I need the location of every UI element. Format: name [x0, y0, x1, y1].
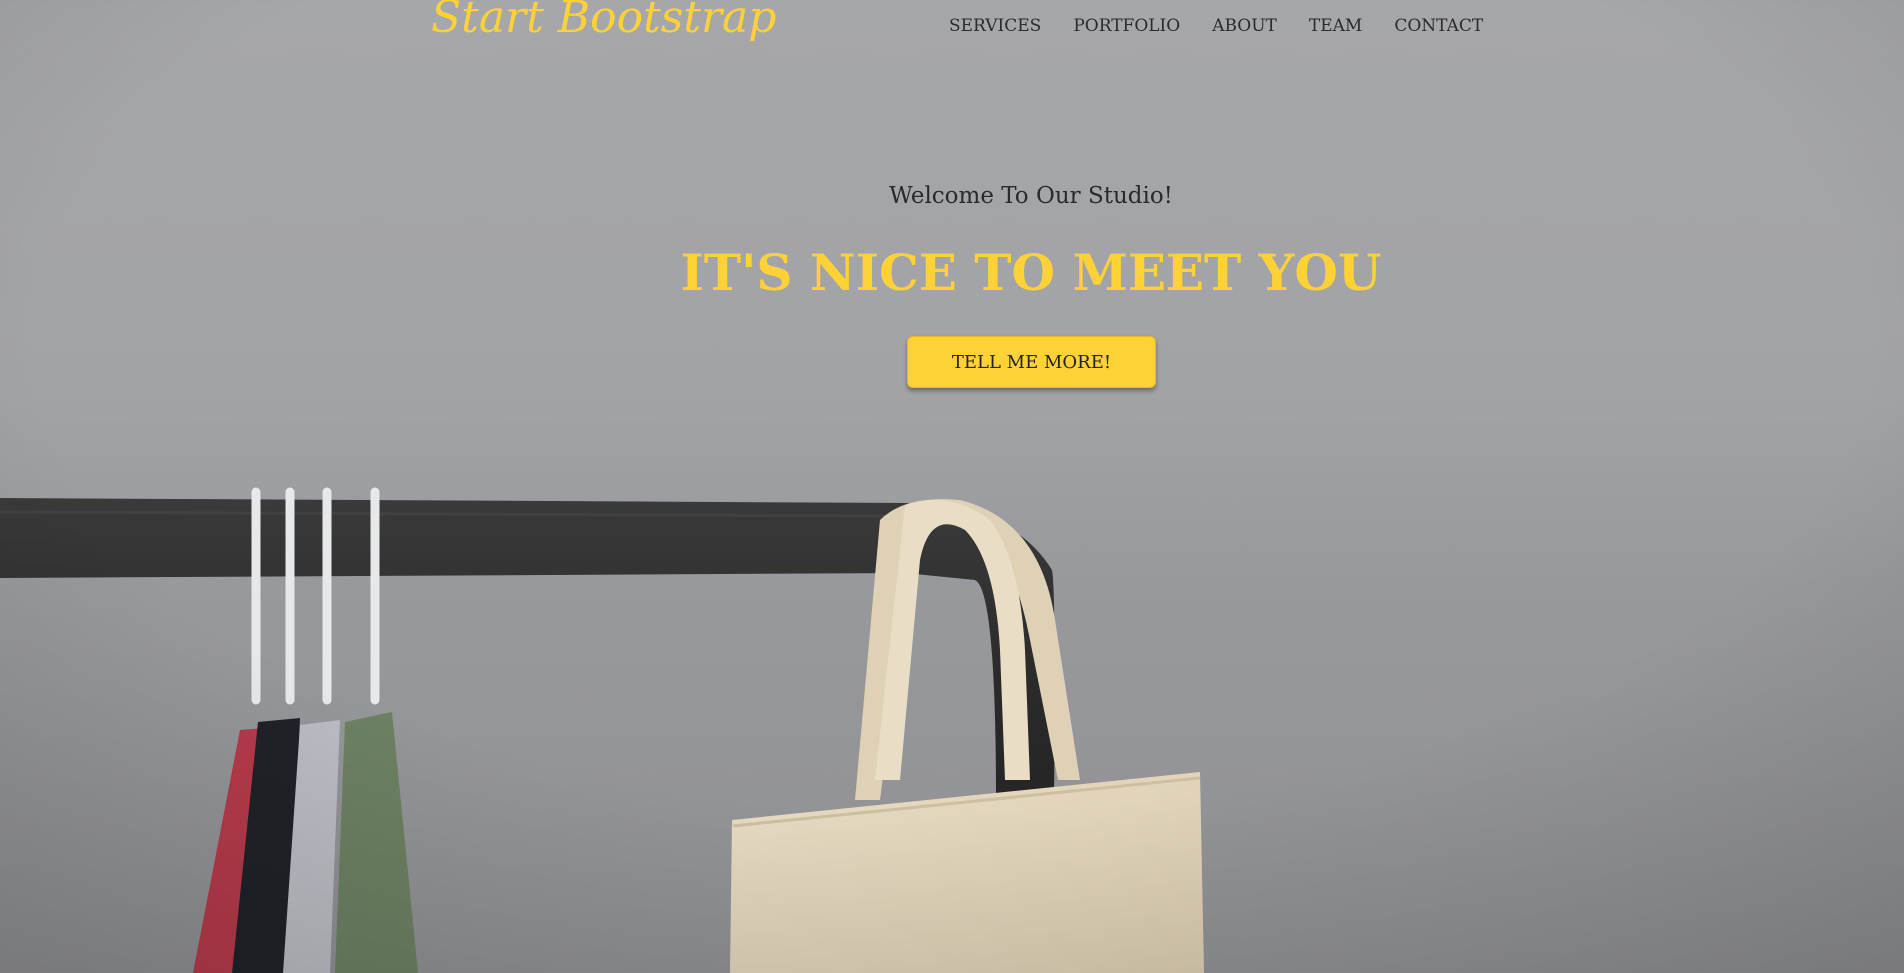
bag-handle-front [875, 500, 1030, 780]
nav-link-portfolio[interactable]: PORTFOLIO [1073, 16, 1180, 36]
bag-handle-back [855, 499, 1080, 800]
nav-link-contact[interactable]: CONTACT [1394, 16, 1483, 36]
gray-shirt [283, 720, 340, 973]
intro-lead-text: Welcome To Our Studio! [889, 183, 1173, 209]
nav-link-team[interactable]: TEAM [1309, 16, 1362, 36]
red-shirt [193, 728, 265, 973]
intro-heading: IT'S NICE TO MEET YOU [680, 243, 1382, 302]
tell-me-more-button[interactable]: TELL ME MORE! [907, 336, 1156, 388]
nav-link-about[interactable]: ABOUT [1212, 16, 1277, 36]
rack-bar [0, 498, 1055, 973]
hangers [251, 487, 380, 705]
green-shirt [335, 712, 418, 973]
black-shirt [232, 718, 300, 973]
nav-links: SERVICES PORTFOLIO ABOUT TEAM CONTACT [949, 16, 1483, 36]
brand-logo[interactable]: Start Bootstrap [431, 0, 776, 43]
hero-background-image [0, 0, 1904, 973]
tote-bag [730, 772, 1204, 973]
nav-link-services[interactable]: SERVICES [949, 16, 1041, 36]
navbar: Start Bootstrap SERVICES PORTFOLIO ABOUT… [0, 0, 1904, 56]
